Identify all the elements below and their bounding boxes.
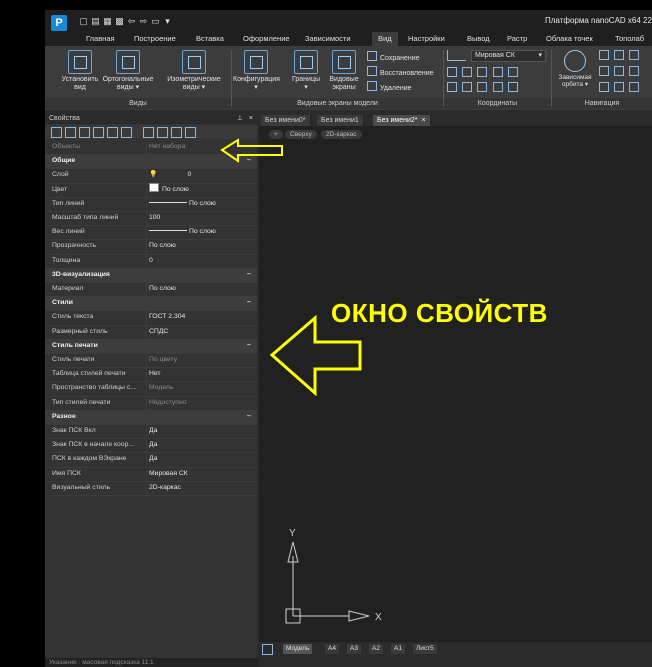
small-arrow-annotation [220,138,283,163]
annotation-arrows [220,138,362,397]
large-arrow-annotation [269,314,362,397]
